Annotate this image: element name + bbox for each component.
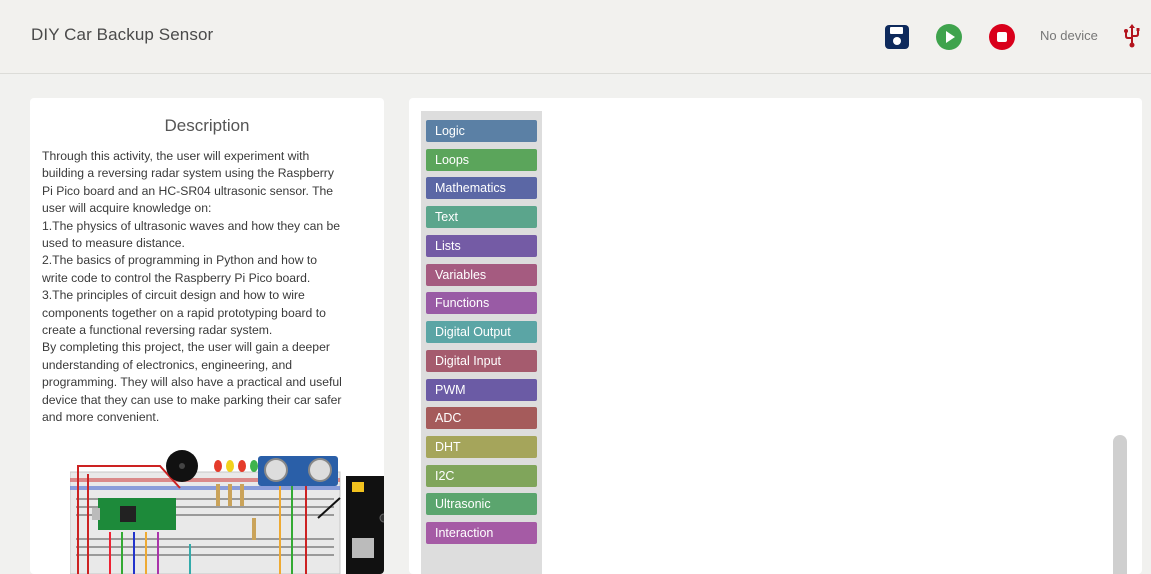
- description-line: By completing this project, the user wil…: [42, 340, 330, 355]
- toolbox-category-functions[interactable]: Functions: [426, 292, 537, 314]
- description-line: understanding of electronics, engineerin…: [42, 357, 293, 372]
- description-line: user will acquire knowledge on:: [42, 201, 212, 216]
- circuit-diagram-image: [70, 450, 384, 574]
- description-line: building a reversing radar system using …: [42, 166, 334, 181]
- app-title: DIY Car Backup Sensor: [31, 25, 214, 44]
- toolbox-category-lists[interactable]: Lists: [426, 235, 537, 257]
- block-toolbox: Logic Loops Mathematics Text Lists Varia…: [421, 111, 542, 574]
- description-line: 2.The basics of programming in Python an…: [42, 253, 318, 268]
- toolbox-category-i2c[interactable]: I2C: [426, 465, 537, 487]
- description-line: create a functional reversing radar syst…: [42, 323, 273, 338]
- toolbox-category-digital-output[interactable]: Digital Output: [426, 321, 537, 343]
- toolbox-category-ultrasonic[interactable]: Ultrasonic: [426, 493, 537, 515]
- stop-icon[interactable]: [988, 23, 1016, 51]
- toolbox-category-digital-input[interactable]: Digital Input: [426, 350, 537, 372]
- app-header: DIY Car Backup Sensor No device: [0, 0, 1151, 74]
- description-line: used to measure distance.: [42, 236, 185, 251]
- toolbox-category-logic[interactable]: Logic: [426, 120, 537, 142]
- save-icon[interactable]: [883, 23, 911, 51]
- description-panel: Description Through this activity, the u…: [30, 98, 384, 574]
- toolbox-category-pwm[interactable]: PWM: [426, 379, 537, 401]
- toolbox-category-loops[interactable]: Loops: [426, 149, 537, 171]
- description-text: Through this activity, the user will exp…: [42, 148, 376, 427]
- description-line: 1.The physics of ultrasonic waves and ho…: [42, 218, 341, 233]
- toolbox-category-variables[interactable]: Variables: [426, 264, 537, 286]
- device-status: No device: [1040, 28, 1098, 43]
- workspace-scrollbar[interactable]: [1113, 435, 1127, 574]
- description-line: programming. They will also have a pract…: [42, 375, 342, 390]
- description-line: Through this activity, the user will exp…: [42, 149, 310, 163]
- block-canvas[interactable]: [542, 111, 1130, 574]
- toolbox-category-adc[interactable]: ADC: [426, 407, 537, 429]
- toolbox-category-text[interactable]: Text: [426, 206, 537, 228]
- description-heading: Description: [164, 116, 250, 135]
- play-icon[interactable]: [935, 23, 963, 51]
- toolbox-category-dht[interactable]: DHT: [426, 436, 537, 458]
- description-line: device that they can use to make parking…: [42, 392, 342, 407]
- toolbox-category-interaction[interactable]: Interaction: [426, 522, 537, 544]
- description-line: 3.The principles of circuit design and h…: [42, 288, 305, 303]
- description-line: components together on a rapid prototypi…: [42, 305, 326, 320]
- usb-icon[interactable]: [1122, 24, 1142, 48]
- description-line: write code to control the Raspberry Pi P…: [42, 270, 311, 285]
- description-line: Pi Pico board and an HC-SR04 ultrasonic …: [42, 183, 334, 198]
- description-line: and more convenient.: [42, 410, 160, 425]
- blockly-workspace: Logic Loops Mathematics Text Lists Varia…: [409, 98, 1142, 574]
- toolbox-category-mathematics[interactable]: Mathematics: [426, 177, 537, 199]
